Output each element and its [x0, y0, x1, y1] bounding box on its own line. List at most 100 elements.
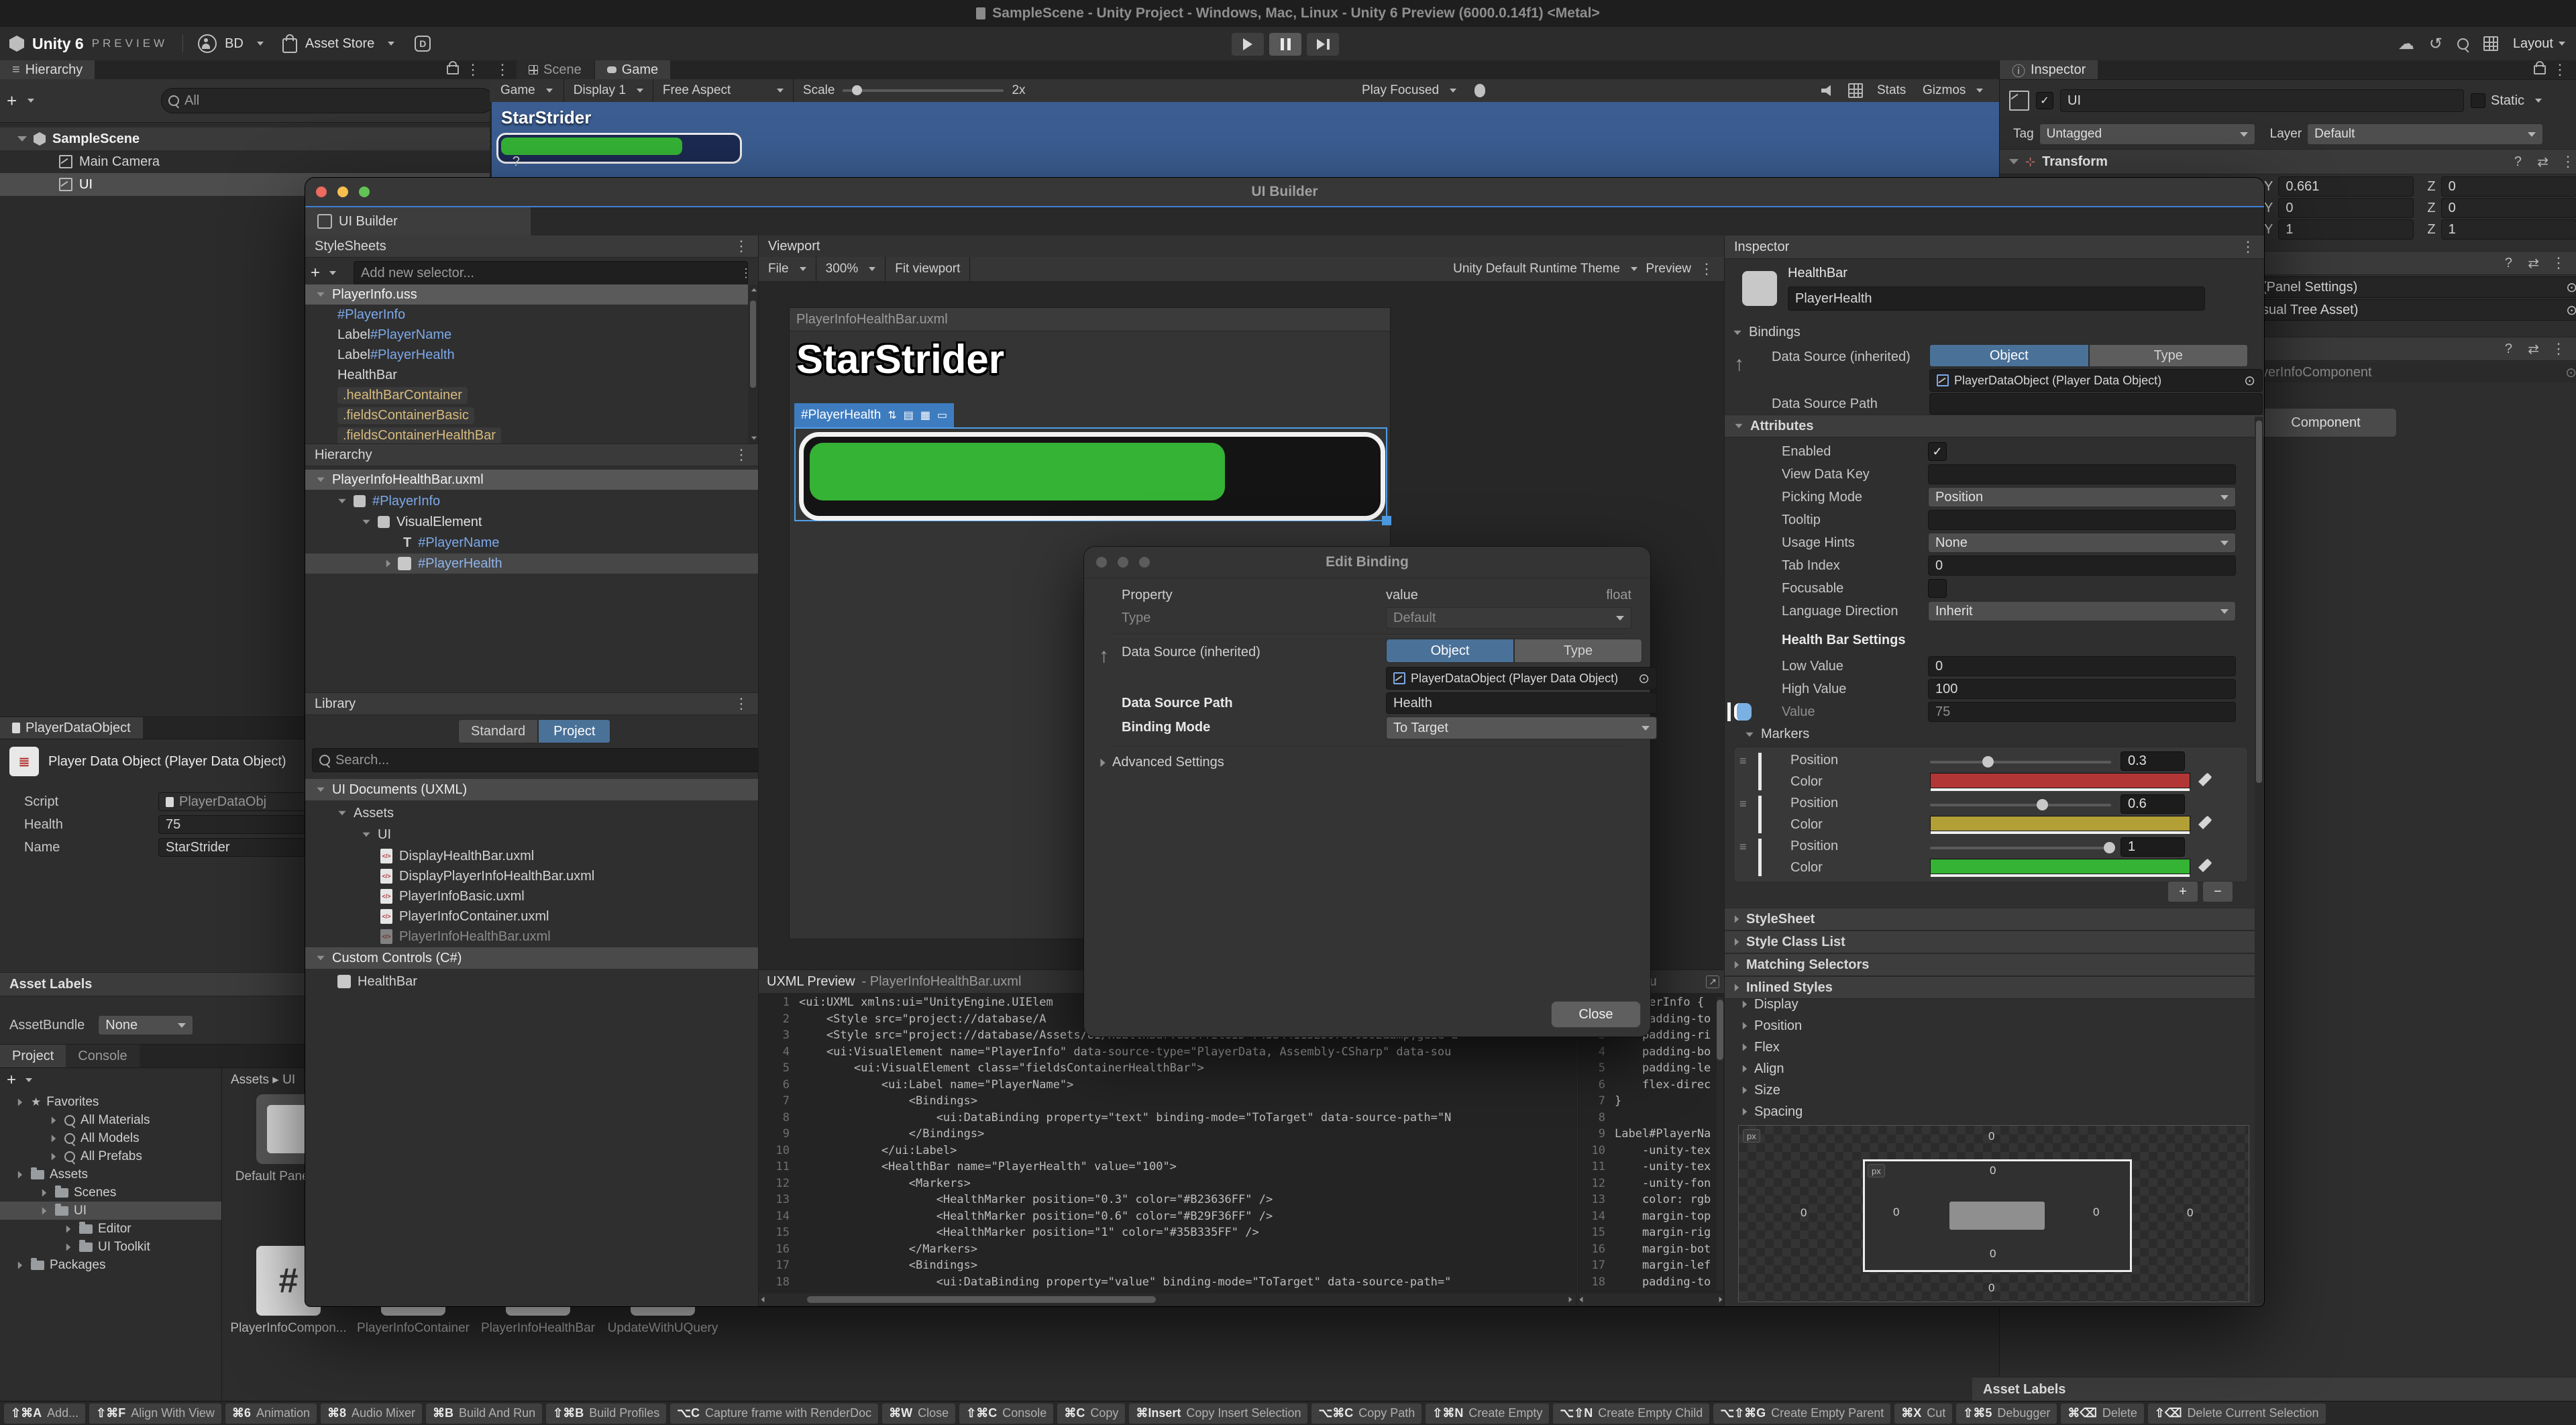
project-tree-row[interactable]: ★ Scenes — [0, 1183, 221, 1202]
component-menu-icon[interactable]: ⋮ — [2561, 153, 2575, 170]
help-icon[interactable]: ? — [513, 154, 520, 170]
zoom-dropdown[interactable]: 300% — [816, 262, 885, 276]
marker-slider-handle[interactable] — [2037, 799, 2048, 810]
library-doc-row[interactable]: </> DisplayPlayerInfoHealthBar.uxml — [305, 866, 758, 886]
undo-history-icon[interactable]: ↺ — [2429, 34, 2443, 54]
builder-hierarchy-menu-icon[interactable]: ⋮ — [734, 446, 749, 464]
stylesheets-scrollbar[interactable] — [748, 284, 758, 443]
mute-audio-icon[interactable] — [1821, 85, 1835, 97]
services-icon[interactable]: D — [415, 36, 431, 52]
project-tree-row[interactable]: ★ UI — [0, 1202, 221, 1220]
presets-icon[interactable]: ⇄ — [2528, 255, 2539, 272]
data-source-object-field[interactable]: PlayerDataObject (Player Data Object) ⊙ — [1929, 369, 2263, 392]
builder-inspector-menu-icon[interactable]: ⋮ — [2241, 238, 2255, 256]
style-section-header[interactable]: StyleSheet — [1725, 908, 2255, 931]
add-selector-input[interactable]: Add new selector... — [354, 261, 748, 285]
element-row-playerinfo[interactable]: #PlayerInfo — [305, 491, 790, 511]
custom-control-row[interactable]: HealthBar — [305, 971, 790, 992]
bindings-foldout-icon[interactable] — [1733, 330, 1741, 334]
marker-color-swatch[interactable] — [1930, 859, 2190, 874]
binding-mode-dropdown[interactable]: To Target — [1386, 717, 1657, 739]
display-dropdown[interactable]: Display 1 — [564, 83, 653, 98]
selector-row[interactable]: .fieldsContainerBasic — [305, 405, 748, 425]
dock-menu-icon[interactable]: ⋮ — [495, 61, 510, 78]
library-doc-row[interactable]: </> PlayerInfoContainer.uxml — [305, 906, 758, 927]
marker-slider-handle[interactable] — [1982, 756, 1994, 768]
add-selector-button[interactable]: + — [311, 264, 320, 282]
attribute-checkbox[interactable] — [1928, 579, 1947, 598]
padding-unit-chip[interactable]: px — [1868, 1164, 1885, 1177]
marker-position-slider[interactable] — [1930, 761, 2111, 763]
ui-builder-tab[interactable]: UI Builder — [305, 207, 531, 235]
component-menu-icon[interactable]: ⋮ — [2551, 340, 2566, 358]
presets-icon[interactable]: ⇄ — [2537, 154, 2548, 170]
attribute-text-field[interactable] — [1928, 464, 2236, 484]
console-tab[interactable]: Console — [66, 1045, 139, 1067]
layer-dropdown[interactable]: Default — [2307, 123, 2543, 145]
close-window-button[interactable] — [316, 187, 327, 197]
asset-inspector-tab[interactable]: PlayerDataObject — [0, 717, 143, 739]
drag-handle-icon[interactable]: ≡ — [1739, 797, 1747, 811]
selector-row[interactable]: Label#PlayerName — [305, 325, 748, 345]
axis-value-field[interactable]: 0 — [2441, 176, 2576, 197]
marker-color-swatch[interactable] — [1930, 816, 2190, 831]
resize-handle[interactable] — [1382, 516, 1391, 525]
attributes-header[interactable]: Attributes — [1725, 415, 2264, 437]
style-foldout[interactable]: Spacing — [1725, 1101, 2255, 1122]
preview-toggle[interactable]: Preview — [1646, 262, 1691, 276]
margin-unit-chip[interactable]: px — [1743, 1129, 1760, 1143]
attribute-row[interactable]: Language Direction Inherit Inherit — [1725, 600, 2253, 623]
health-field[interactable]: 75 — [158, 815, 314, 834]
stylesheets-menu-icon[interactable]: ⋮ — [734, 237, 749, 255]
style-foldout[interactable]: Flex — [1725, 1037, 2255, 1058]
axis-value-field[interactable]: 0.661 — [2278, 176, 2414, 197]
layers-icon[interactable] — [2483, 36, 2498, 51]
open-external-icon[interactable]: ↗ — [1706, 975, 1719, 988]
drag-handle-icon[interactable]: ≡ — [1739, 754, 1747, 768]
scene-row[interactable]: SampleScene ⋮ — [0, 127, 507, 150]
eyedropper-icon[interactable] — [2198, 773, 2212, 786]
object-picker-icon[interactable]: ⊙ — [1638, 670, 1650, 687]
anchor-preset-icon[interactable]: ▦ — [920, 409, 930, 422]
attribute-row[interactable]: Tab Index 0 0 — [1725, 554, 2253, 577]
account-button[interactable]: BD — [225, 36, 244, 52]
project-create-button[interactable]: + — [7, 1071, 16, 1090]
minimize-window-button[interactable] — [337, 187, 348, 197]
uxml-file-row[interactable]: PlayerInfoHealthBar.uxml — [305, 470, 769, 490]
uxml-code[interactable]: 1<ui:UXML xmlns:ui="UnityEngine.UIElem 2… — [759, 996, 1576, 1291]
marker-position-field[interactable]: 0.6 — [2121, 794, 2185, 814]
object-picker-icon[interactable]: ⊙ — [2566, 302, 2576, 319]
inspector-menu-icon[interactable]: ⋮ — [2553, 61, 2567, 78]
step-button[interactable] — [1307, 33, 1339, 56]
style-foldout[interactable]: Align — [1725, 1058, 2255, 1079]
uss-h-scrollbar[interactable] — [1578, 1294, 1723, 1306]
fit-viewport-button[interactable]: Fit viewport — [885, 262, 969, 276]
game-target-dropdown[interactable]: Game — [490, 83, 564, 98]
attribute-dropdown[interactable]: None — [1928, 533, 2236, 553]
marker-position-slider[interactable] — [1930, 804, 2111, 806]
game-view-tab[interactable]: Game — [595, 60, 670, 79]
attribute-text-field[interactable] — [1928, 510, 2236, 530]
gameobject-name-field[interactable]: UI — [2060, 89, 2464, 112]
attribute-checkbox[interactable]: ✓ — [1928, 442, 1947, 461]
axis-value-field[interactable]: 0 — [2441, 198, 2576, 218]
tag-dropdown[interactable]: Untagged — [2039, 123, 2255, 145]
hierarchy-search-input[interactable]: All — [161, 88, 494, 113]
marker-position-slider[interactable] — [1930, 847, 2111, 849]
style-section-header[interactable]: Style Class List — [1725, 931, 2255, 953]
margin-top-value[interactable]: 0 — [1988, 1130, 1994, 1143]
foldout-closed-icon[interactable] — [386, 560, 390, 567]
dialog-zoom-button[interactable] — [1139, 557, 1150, 568]
name-field[interactable]: StarStrider — [158, 838, 314, 857]
project-tree-row[interactable]: ★ Packages — [0, 1256, 221, 1274]
attribute-row[interactable]: View Data Key — [1725, 463, 2253, 486]
add-marker-button[interactable]: + — [2167, 881, 2198, 902]
foldout-open-icon[interactable] — [17, 136, 27, 142]
custom-controls-header[interactable]: Custom Controls (C#) — [305, 947, 769, 969]
library-menu-icon[interactable]: ⋮ — [734, 695, 749, 712]
marker-item[interactable]: ≡ Position 1 Color — [1734, 836, 2247, 879]
theme-dropdown[interactable]: Unity Default Runtime Theme — [1453, 262, 1638, 276]
project-tree-row[interactable]: ★ All Models — [0, 1129, 221, 1147]
visual-tree-asset-field[interactable]: sual Tree Asset)⊙ — [2255, 299, 2576, 321]
element-row-visualelement[interactable]: VisualElement — [305, 512, 814, 532]
